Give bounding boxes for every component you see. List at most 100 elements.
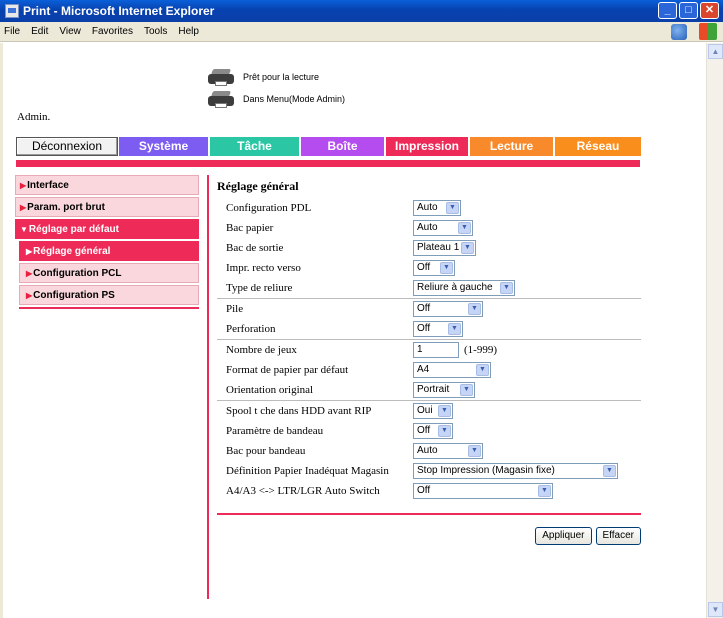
chevron-down-icon: ▼: [460, 384, 473, 396]
select-value: Off: [417, 303, 431, 314]
select-value: Auto: [417, 445, 438, 456]
banner-tray-label: Bac pour bandeau: [226, 445, 306, 457]
chevron-down-icon: ▼: [440, 262, 453, 274]
select-value: Auto: [417, 222, 438, 233]
paper-size-select[interactable]: A4 ▼: [413, 362, 491, 378]
nav-label: Réglage général: [33, 246, 111, 257]
tab-system[interactable]: Système: [119, 137, 210, 156]
banner-label: Paramètre de bandeau: [226, 425, 324, 437]
paper-mismatch-label: Définition Papier Inadéquat Magasin: [226, 465, 389, 477]
copies-input[interactable]: 1: [413, 342, 459, 358]
printer-status: Prêt pour la lecture Dans Menu(Mode Admi…: [208, 66, 345, 110]
triangle-right-icon: ▶: [26, 247, 33, 256]
banner-tray-select[interactable]: Auto ▼: [413, 443, 483, 459]
vertical-scrollbar[interactable]: ▲ ▼: [706, 43, 723, 618]
select-value: Reliure à gauche: [417, 282, 493, 293]
clear-button[interactable]: Effacer: [595, 527, 641, 545]
nav-label: Réglage par défaut: [28, 224, 119, 235]
chevron-down-icon: ▼: [446, 202, 459, 214]
nav-general-settings[interactable]: ▶Réglage général: [19, 241, 199, 261]
output-tray-label: Bac de sortie: [226, 242, 284, 254]
scroll-up-icon[interactable]: ▲: [708, 44, 723, 59]
main-tabs: Déconnexion Système Tâche Boîte Impressi…: [16, 137, 641, 156]
nav-raw-port[interactable]: ▶Param. port brut: [15, 197, 199, 217]
triangle-right-icon: ▶: [20, 181, 27, 190]
auto-switch-select[interactable]: Off ▼: [413, 483, 553, 499]
chevron-down-icon: ▼: [538, 485, 551, 497]
nav-ps-config[interactable]: ▶Configuration PS: [19, 285, 199, 305]
status-mode-text: Dans Menu(Mode Admin): [243, 94, 346, 104]
apply-button[interactable]: Appliquer: [535, 527, 592, 545]
paper-size-label: Format de papier par défaut: [226, 364, 349, 376]
orientation-label: Orientation original: [226, 384, 314, 396]
output-tray-select[interactable]: Plateau 1 ▼: [413, 240, 476, 256]
ie-page-icon: [5, 4, 19, 18]
chevron-down-icon: ▼: [500, 282, 513, 294]
menu-favorites[interactable]: Favorites: [92, 26, 133, 37]
tab-print[interactable]: Impression: [386, 137, 470, 156]
chevron-down-icon: ▼: [448, 323, 461, 335]
banner-select[interactable]: Off ▼: [413, 423, 453, 439]
chevron-down-icon: ▼: [461, 242, 474, 254]
stack-select[interactable]: Off ▼: [413, 301, 483, 317]
chevron-down-icon: ▼: [603, 465, 616, 477]
nav-interface[interactable]: ▶Interface: [15, 175, 199, 195]
close-button[interactable]: ✕: [700, 2, 719, 19]
window-titlebar: Print - Microsoft Internet Explorer _ □ …: [0, 0, 723, 22]
nav-label: Configuration PCL: [33, 268, 122, 279]
menu-edit[interactable]: Edit: [31, 26, 48, 37]
logout-button[interactable]: Déconnexion: [16, 137, 118, 156]
nav-label: Interface: [27, 180, 69, 191]
select-value: Auto: [417, 202, 438, 213]
tab-box[interactable]: Boîte: [301, 137, 386, 156]
page-viewport: Prêt pour la lecture Dans Menu(Mode Admi…: [0, 43, 706, 618]
triangle-right-icon: ▶: [20, 203, 27, 212]
status-ready-text: Prêt pour la lecture: [243, 72, 320, 82]
binding-label: Type de reliure: [226, 282, 293, 294]
select-value: Plateau 1: [417, 242, 460, 253]
maximize-button[interactable]: □: [679, 2, 698, 19]
nav-divider: [19, 307, 199, 309]
binding-select[interactable]: Reliure à gauche ▼: [413, 280, 515, 296]
triangle-right-icon: ▶: [26, 269, 33, 278]
select-value: Off: [417, 485, 431, 496]
pdl-select[interactable]: Auto ▼: [413, 200, 461, 216]
paper-tray-select[interactable]: Auto ▼: [413, 220, 473, 236]
auto-switch-label: A4/A3 <-> LTR/LGR Auto Switch: [226, 485, 380, 497]
select-value: Off: [417, 323, 431, 334]
scroll-down-icon[interactable]: ▼: [708, 602, 723, 617]
menu-view[interactable]: View: [59, 26, 81, 37]
spool-hdd-select[interactable]: Oui ▼: [413, 403, 453, 419]
form-title: Réglage général: [217, 179, 299, 193]
select-value: Off: [417, 425, 431, 436]
tab-scan[interactable]: Lecture: [470, 137, 555, 156]
tab-network[interactable]: Réseau: [555, 137, 641, 156]
window-controls: _ □ ✕: [658, 2, 719, 19]
chevron-down-icon: ▼: [438, 405, 451, 417]
triangle-right-icon: ▶: [26, 291, 33, 300]
orientation-select[interactable]: Portrait ▼: [413, 382, 475, 398]
tab-underline: [16, 160, 640, 167]
menu-bar: File Edit View Favorites Tools Help: [0, 22, 723, 42]
minimize-button[interactable]: _: [658, 2, 677, 19]
punch-label: Perforation: [226, 323, 276, 335]
chevron-down-icon: ▼: [468, 445, 481, 457]
nav-default-settings[interactable]: ▼Réglage par défaut: [15, 219, 199, 239]
menu-help[interactable]: Help: [178, 26, 199, 37]
paper-mismatch-select[interactable]: Stop Impression (Magasin fixe) ▼: [413, 463, 618, 479]
menu-tools[interactable]: Tools: [144, 26, 167, 37]
user-label: Admin.: [17, 111, 51, 123]
chevron-down-icon: ▼: [458, 222, 471, 234]
toolbar-options-icon[interactable]: [671, 23, 687, 40]
form-actions: Appliquer Effacer: [217, 527, 641, 545]
copies-range-hint: (1-999): [464, 344, 497, 356]
nav-pcl-config[interactable]: ▶Configuration PCL: [19, 263, 199, 283]
menu-file[interactable]: File: [4, 26, 20, 37]
pdl-label: Configuration PDL: [226, 202, 312, 214]
sidebar-nav: ▶Interface ▶Param. port brut ▼Réglage pa…: [15, 175, 199, 309]
select-value: Stop Impression (Magasin fixe): [417, 465, 555, 476]
tab-job[interactable]: Tâche: [210, 137, 301, 156]
triangle-down-icon: ▼: [20, 225, 28, 234]
duplex-select[interactable]: Off ▼: [413, 260, 455, 276]
punch-select[interactable]: Off ▼: [413, 321, 463, 337]
